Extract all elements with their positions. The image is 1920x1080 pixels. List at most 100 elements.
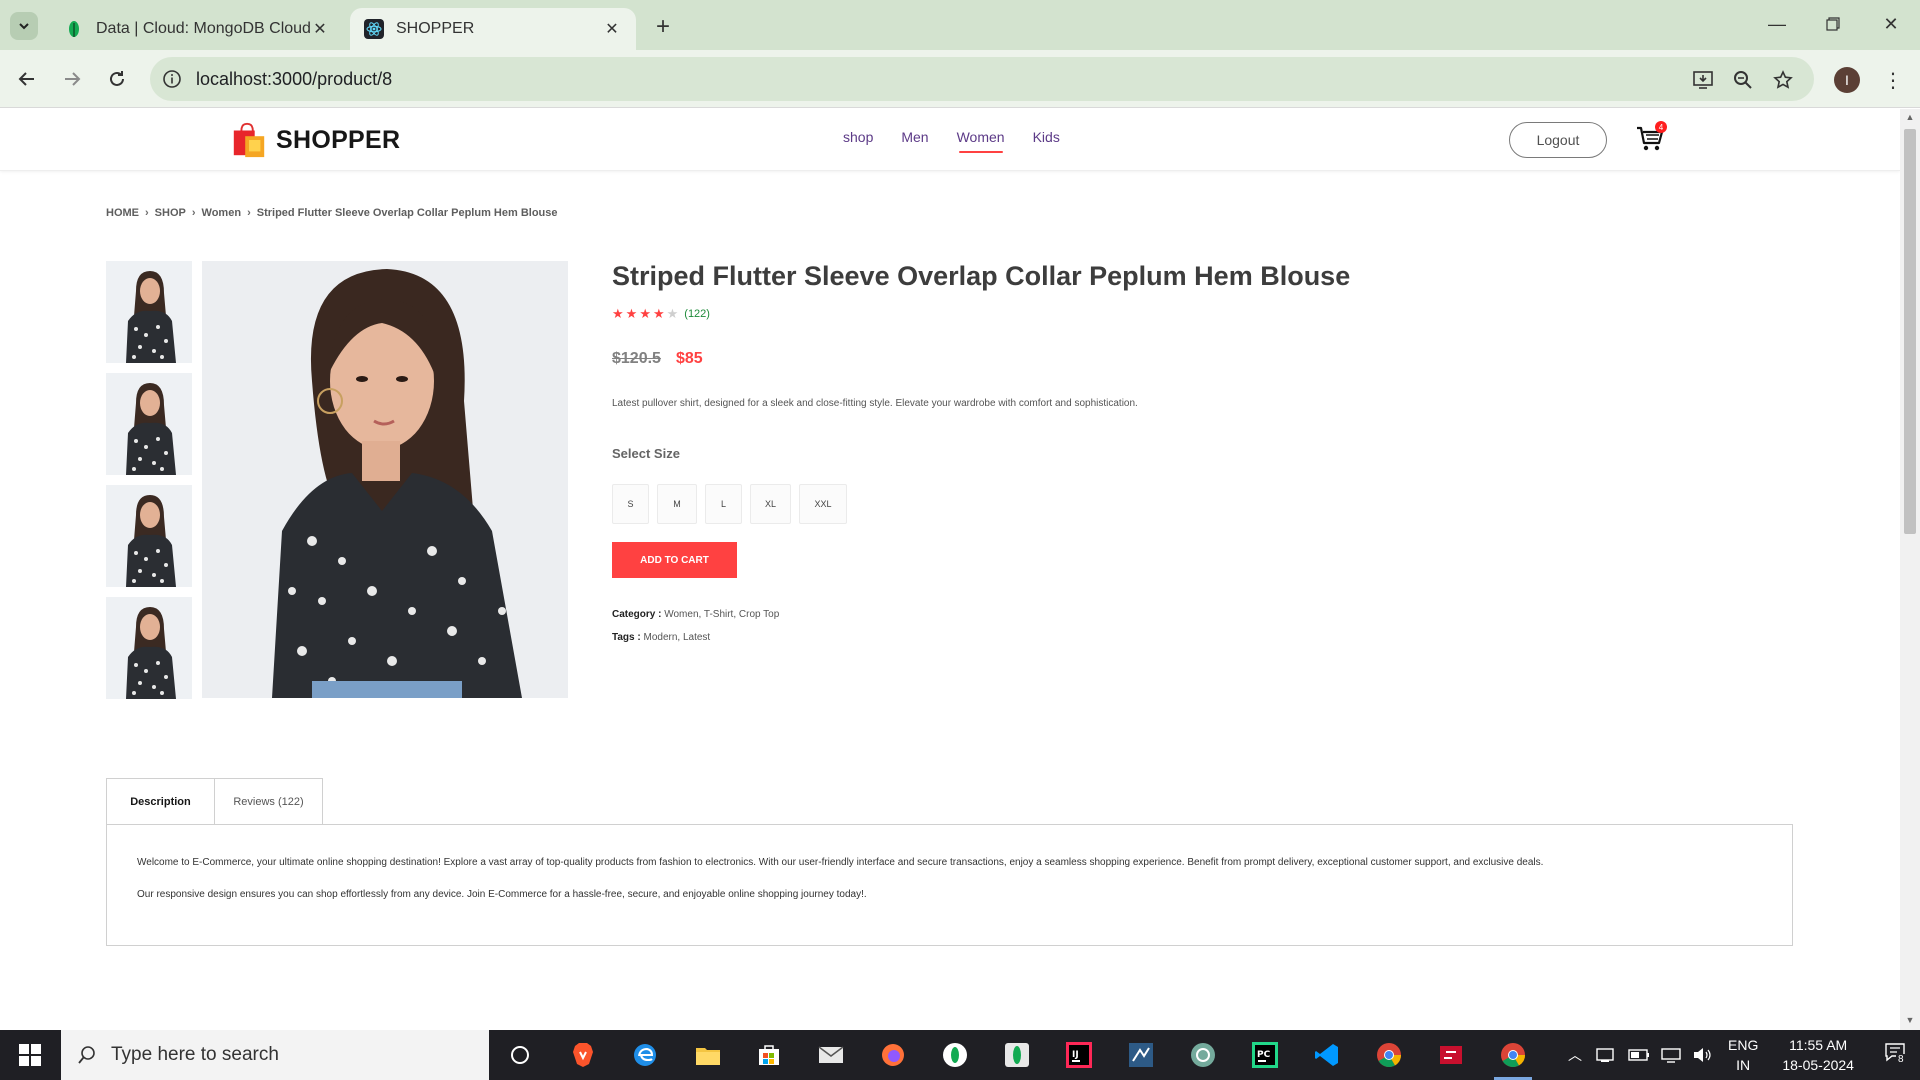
site-navbar: SHOPPER shop Men Women Kids Logout 4 (0, 109, 1900, 171)
cart-count-badge: 4 (1655, 121, 1667, 133)
profile-avatar[interactable]: I (1834, 67, 1860, 93)
size-option-s[interactable]: S (612, 484, 649, 524)
mongodb-leaf-icon (64, 19, 84, 39)
page-viewport: SHOPPER shop Men Women Kids Logout 4 HOM… (0, 109, 1900, 1030)
mongodb-icon[interactable] (994, 1035, 1040, 1075)
search-placeholder: Type here to search (111, 1044, 279, 1065)
chevron-up-icon[interactable]: ︿ (1568, 1045, 1582, 1065)
battery-icon[interactable] (1628, 1048, 1650, 1062)
menu-item-men[interactable]: Men (901, 129, 928, 151)
vscode-icon[interactable] (1304, 1035, 1350, 1075)
speaker-icon[interactable] (1692, 1046, 1714, 1064)
more-menu-icon[interactable]: ⋮ (1880, 67, 1906, 93)
tab-shopper[interactable]: SHOPPER ✕ (350, 8, 636, 50)
product-thumbnail-image (106, 261, 192, 363)
browser-toolbar: localhost:3000/product/8 I ⋮ (0, 50, 1920, 108)
back-arrow-icon[interactable] (10, 62, 44, 96)
site-info-icon[interactable] (162, 69, 182, 89)
notification-center-icon[interactable]: 8 (1884, 1042, 1910, 1068)
scroll-up-arrow-icon[interactable]: ▲ (1904, 112, 1916, 124)
tab-title: Data | Cloud: MongoDB Cloud (96, 20, 310, 37)
tab-reviews[interactable]: Reviews (122) (215, 778, 323, 824)
zoom-icon[interactable] (1730, 67, 1756, 93)
star-filled-icon: ★ (652, 306, 665, 321)
product-title: Striped Flutter Sleeve Overlap Collar Pe… (612, 261, 1351, 291)
mongodb-compass-icon[interactable] (932, 1035, 978, 1075)
category-label: Category : (612, 609, 662, 620)
restore-icon[interactable] (1810, 8, 1856, 40)
product-thumbnail-image (106, 597, 192, 699)
search-icon (78, 1046, 95, 1064)
install-app-icon[interactable] (1690, 67, 1716, 93)
size-option-xxl[interactable]: XXL (799, 484, 847, 524)
tab-search-button[interactable] (10, 12, 38, 40)
scroll-thumb[interactable] (1904, 129, 1916, 534)
mysql-workbench-icon[interactable] (1118, 1035, 1164, 1075)
windows-start-icon[interactable] (0, 1030, 60, 1080)
wifi-icon[interactable] (1660, 1046, 1682, 1064)
close-icon[interactable]: ✕ (310, 19, 330, 39)
size-label: Select Size (612, 446, 680, 461)
category-line: Category : Women, T-Shirt, Crop Top (612, 609, 779, 620)
product-thumbnail[interactable] (106, 485, 192, 587)
tags-value: Modern, Latest (643, 632, 711, 643)
url-text[interactable]: localhost:3000/product/8 (196, 69, 392, 90)
logout-button[interactable]: Logout (1509, 122, 1607, 158)
breadcrumb-shop[interactable]: SHOP (155, 207, 186, 219)
brand[interactable]: SHOPPER (230, 121, 400, 159)
edge-browser-icon[interactable] (622, 1035, 668, 1075)
address-bar[interactable]: localhost:3000/product/8 (150, 57, 1814, 101)
clock[interactable]: 11:55 AM 18-05-2024 (1782, 1035, 1854, 1075)
new-tab-plus-icon[interactable]: + (648, 12, 678, 42)
category-value: Women, T-Shirt, Crop Top (664, 609, 780, 620)
star-empty-icon: ★ (666, 306, 679, 321)
close-icon[interactable]: ✕ (602, 19, 622, 39)
tags-line: Tags : Modern, Latest (612, 632, 710, 643)
size-option-m[interactable]: M (657, 484, 697, 524)
windows-taskbar: Type here to search IJ PC ︿ ENG IN 11:55… (0, 1030, 1920, 1080)
menu-item-women[interactable]: Women (957, 129, 1005, 153)
breadcrumb-home[interactable]: HOME (106, 207, 139, 219)
intellij-icon[interactable]: IJ (1056, 1035, 1102, 1075)
clock-time: 11:55 AM (1789, 1037, 1848, 1053)
cortana-icon[interactable] (497, 1035, 543, 1075)
language-indicator[interactable]: ENG IN (1728, 1035, 1758, 1075)
minimize-icon[interactable]: — (1754, 8, 1800, 40)
reload-icon[interactable] (100, 62, 134, 96)
taskbar-search-box[interactable]: Type here to search (61, 1030, 489, 1080)
product-thumbnail[interactable] (106, 373, 192, 475)
chrome-active-icon[interactable] (1490, 1035, 1536, 1080)
star-filled-icon: ★ (639, 306, 651, 321)
chatgpt-icon[interactable] (1180, 1035, 1226, 1075)
tab-description[interactable]: Description (106, 778, 215, 824)
pycharm-icon[interactable]: PC (1242, 1035, 1288, 1075)
shopping-bag-logo-icon (233, 122, 265, 158)
chrome-icon[interactable] (1366, 1035, 1412, 1075)
mail-icon[interactable] (808, 1035, 854, 1075)
page-scrollbar[interactable]: ▲ ▼ (1900, 109, 1920, 1030)
brave-browser-icon[interactable] (560, 1035, 606, 1075)
forward-arrow-icon[interactable] (55, 62, 89, 96)
scroll-down-arrow-icon[interactable]: ▼ (1904, 1015, 1916, 1027)
menu-item-kids[interactable]: Kids (1033, 129, 1060, 151)
tab-mongodb[interactable]: Data | Cloud: MongoDB Cloud ✕ (50, 8, 344, 50)
network-adapter-icon[interactable] (1596, 1046, 1618, 1064)
breadcrumb-category[interactable]: Women (202, 207, 242, 219)
browser-tab-strip: Data | Cloud: MongoDB Cloud ✕ SHOPPER ✕ … (0, 0, 1920, 50)
microsoft-store-icon[interactable] (746, 1035, 792, 1075)
size-option-xl[interactable]: XL (750, 484, 791, 524)
add-to-cart-button[interactable]: ADD TO CART (612, 542, 737, 578)
product-thumbnail[interactable] (106, 597, 192, 699)
close-window-icon[interactable]: ✕ (1868, 8, 1914, 40)
region-code: IN (1736, 1057, 1751, 1073)
firefox-icon[interactable] (870, 1035, 916, 1075)
menu-item-shop[interactable]: shop (843, 129, 873, 151)
size-option-l[interactable]: L (705, 484, 742, 524)
file-explorer-icon[interactable] (685, 1035, 731, 1075)
product-thumbnail[interactable] (106, 261, 192, 363)
size-options: S M L XL XXL (612, 484, 847, 524)
breadcrumb: HOME › SHOP › Women › Striped Flutter Sl… (106, 207, 558, 219)
app-red-icon[interactable] (1428, 1035, 1474, 1075)
breadcrumb-product: Striped Flutter Sleeve Overlap Collar Pe… (256, 207, 558, 219)
bookmark-star-icon[interactable] (1770, 67, 1796, 93)
